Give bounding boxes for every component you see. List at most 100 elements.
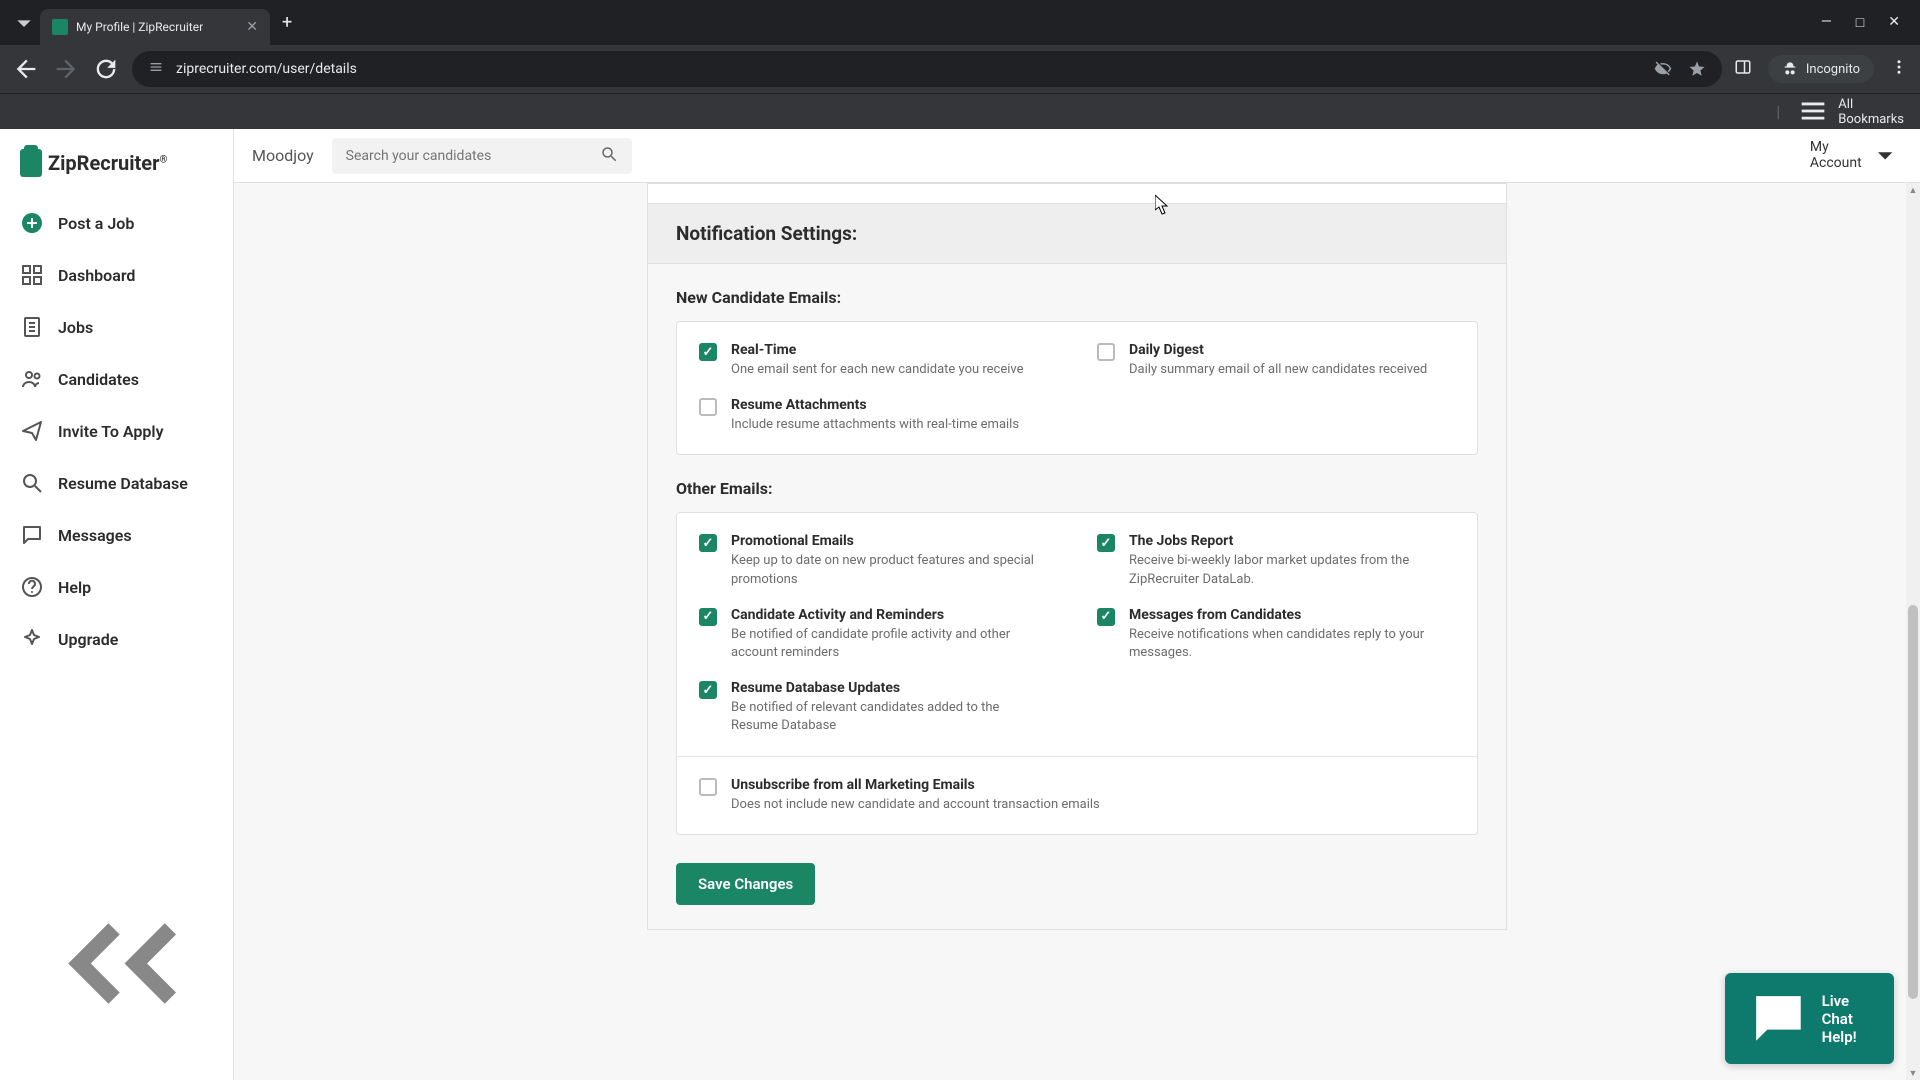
checkbox-resume-attachments[interactable] — [699, 398, 717, 416]
bookmarks-label: All Bookmarks — [1838, 97, 1904, 127]
help-icon — [20, 575, 44, 599]
sidebar-item-upgrade[interactable]: Upgrade — [0, 613, 233, 665]
sidebar-item-dashboard[interactable]: Dashboard — [0, 249, 233, 301]
checkbox-promotional[interactable]: ✓ — [699, 534, 717, 552]
section-title: Notification Settings: — [676, 222, 1478, 245]
search-box[interactable] — [332, 138, 632, 174]
tab-search-dropdown[interactable] — [8, 7, 40, 39]
sidebar-item-invite[interactable]: Invite To Apply — [0, 405, 233, 457]
chat-bubble-icon — [1745, 985, 1812, 1052]
sidebar: ZipRecruiter® Post a Job Dashboard Jobs … — [0, 129, 234, 1080]
option-label: Daily Digest — [1129, 342, 1427, 358]
eye-off-icon[interactable] — [1654, 58, 1672, 80]
option-daily-digest: Daily Digest Daily summary email of all … — [1097, 342, 1455, 379]
option-label: Promotional Emails — [731, 533, 1057, 549]
new-tab-button[interactable]: + — [282, 12, 292, 33]
sidebar-item-help[interactable]: Help — [0, 561, 233, 613]
scroll-down-icon[interactable]: ▼ — [1906, 1066, 1920, 1080]
save-changes-button[interactable]: Save Changes — [676, 863, 815, 905]
option-promotional: ✓ Promotional Emails Keep up to date on … — [699, 533, 1057, 588]
new-candidate-box: ✓ Real-Time One email sent for each new … — [676, 321, 1478, 455]
checkbox-unsubscribe[interactable] — [699, 778, 717, 796]
maximize-button[interactable]: □ — [1856, 14, 1864, 31]
option-label: Candidate Activity and Reminders — [731, 607, 1057, 623]
new-candidate-title: New Candidate Emails: — [676, 288, 1478, 307]
sparkle-icon — [20, 627, 44, 651]
header-bar: Moodjoy My Account — [234, 129, 1920, 183]
sidebar-item-jobs[interactable]: Jobs — [0, 301, 233, 353]
option-realtime: ✓ Real-Time One email sent for each new … — [699, 342, 1057, 379]
chat-label: Live Chat Help! — [1822, 992, 1874, 1046]
reload-button[interactable] — [92, 55, 120, 83]
bookmark-star-icon[interactable] — [1688, 58, 1706, 80]
sidebar-item-post-job[interactable]: Post a Job — [0, 197, 233, 249]
option-label: Resume Attachments — [731, 397, 1019, 413]
forward-button[interactable] — [52, 55, 80, 83]
sidebar-item-resume-db[interactable]: Resume Database — [0, 457, 233, 509]
sidebar-item-label: Dashboard — [58, 266, 135, 285]
option-desc: One email sent for each new candidate yo… — [731, 361, 1024, 379]
all-bookmarks-link[interactable]: All Bookmarks — [1796, 94, 1904, 128]
address-bar[interactable]: ziprecruiter.com/user/details — [132, 51, 1722, 87]
option-resume-attachments: Resume Attachments Include resume attach… — [699, 397, 1455, 434]
account-label: My Account — [1810, 139, 1862, 171]
logo-icon — [20, 149, 42, 177]
checkbox-messages-candidates[interactable]: ✓ — [1097, 608, 1115, 626]
search-input[interactable] — [346, 148, 590, 164]
sidebar-item-label: Invite To Apply — [58, 422, 164, 441]
browser-menu-icon[interactable] — [1890, 58, 1908, 80]
panel-icon[interactable] — [1734, 58, 1752, 80]
users-icon — [20, 367, 44, 391]
checkbox-jobs-report[interactable]: ✓ — [1097, 534, 1115, 552]
chevron-down-icon — [1868, 138, 1902, 172]
incognito-label: Incognito — [1806, 62, 1860, 77]
option-resume-db-updates: ✓ Resume Database Updates Be notified of… — [699, 680, 1455, 735]
sidebar-item-messages[interactable]: Messages — [0, 509, 233, 561]
option-desc: Receive notifications when candidates re… — [1129, 626, 1455, 662]
sidebar-item-label: Upgrade — [58, 630, 118, 649]
checkbox-resume-db-updates[interactable]: ✓ — [699, 681, 717, 699]
favicon-icon — [52, 19, 68, 35]
close-window-button[interactable]: ✕ — [1888, 14, 1900, 31]
logo[interactable]: ZipRecruiter® — [0, 141, 233, 197]
scrollbar-thumb[interactable] — [1908, 605, 1918, 1000]
other-emails-box: ✓ Promotional Emails Keep up to date on … — [676, 512, 1478, 834]
collapse-sidebar-button[interactable] — [0, 847, 233, 1080]
site-info-icon[interactable] — [148, 59, 164, 79]
scroll-up-icon[interactable]: ▲ — [1906, 183, 1920, 197]
option-activity-reminders: ✓ Candidate Activity and Reminders Be no… — [699, 607, 1057, 662]
plus-circle-icon — [20, 211, 44, 235]
option-label: Unsubscribe from all Marketing Emails — [731, 777, 1100, 793]
sidebar-item-label: Resume Database — [58, 474, 188, 493]
option-jobs-report: ✓ The Jobs Report Receive bi-weekly labo… — [1097, 533, 1455, 588]
settings-panel: Notification Settings: New Candidate Ema… — [647, 183, 1507, 930]
checkbox-realtime[interactable]: ✓ — [699, 343, 717, 361]
option-desc: Keep up to date on new product features … — [731, 552, 1057, 588]
tab-title: My Profile | ZipRecruiter — [76, 20, 238, 34]
sidebar-item-label: Post a Job — [58, 214, 134, 233]
back-button[interactable] — [12, 55, 40, 83]
live-chat-button[interactable]: Live Chat Help! — [1725, 973, 1894, 1064]
account-menu[interactable]: My Account — [1810, 138, 1902, 172]
scrollbar[interactable]: ▲ ▼ — [1906, 183, 1920, 1080]
option-desc: Be notified of candidate profile activit… — [731, 626, 1057, 662]
document-icon — [20, 315, 44, 339]
option-desc: Does not include new candidate and accou… — [731, 796, 1100, 814]
checkbox-activity-reminders[interactable]: ✓ — [699, 608, 717, 626]
tab-close-icon[interactable]: ✕ — [246, 19, 258, 35]
search-submit-icon[interactable] — [600, 145, 618, 167]
logo-text: ZipRecruiter® — [48, 151, 167, 175]
bookmarks-bar: | All Bookmarks — [0, 93, 1920, 129]
browser-tab[interactable]: My Profile | ZipRecruiter ✕ — [40, 9, 270, 45]
option-desc: Daily summary email of all new candidate… — [1129, 361, 1427, 379]
workspace-name[interactable]: Moodjoy — [252, 146, 314, 165]
window-controls: — □ ✕ — [1821, 14, 1912, 31]
checkbox-daily-digest[interactable] — [1097, 343, 1115, 361]
sidebar-item-candidates[interactable]: Candidates — [0, 353, 233, 405]
chat-icon — [20, 523, 44, 547]
option-unsubscribe: Unsubscribe from all Marketing Emails Do… — [699, 777, 1455, 814]
minimize-button[interactable]: — — [1821, 14, 1832, 31]
search-icon — [20, 471, 44, 495]
sidebar-item-label: Messages — [58, 526, 132, 545]
incognito-badge[interactable]: Incognito — [1768, 55, 1874, 83]
